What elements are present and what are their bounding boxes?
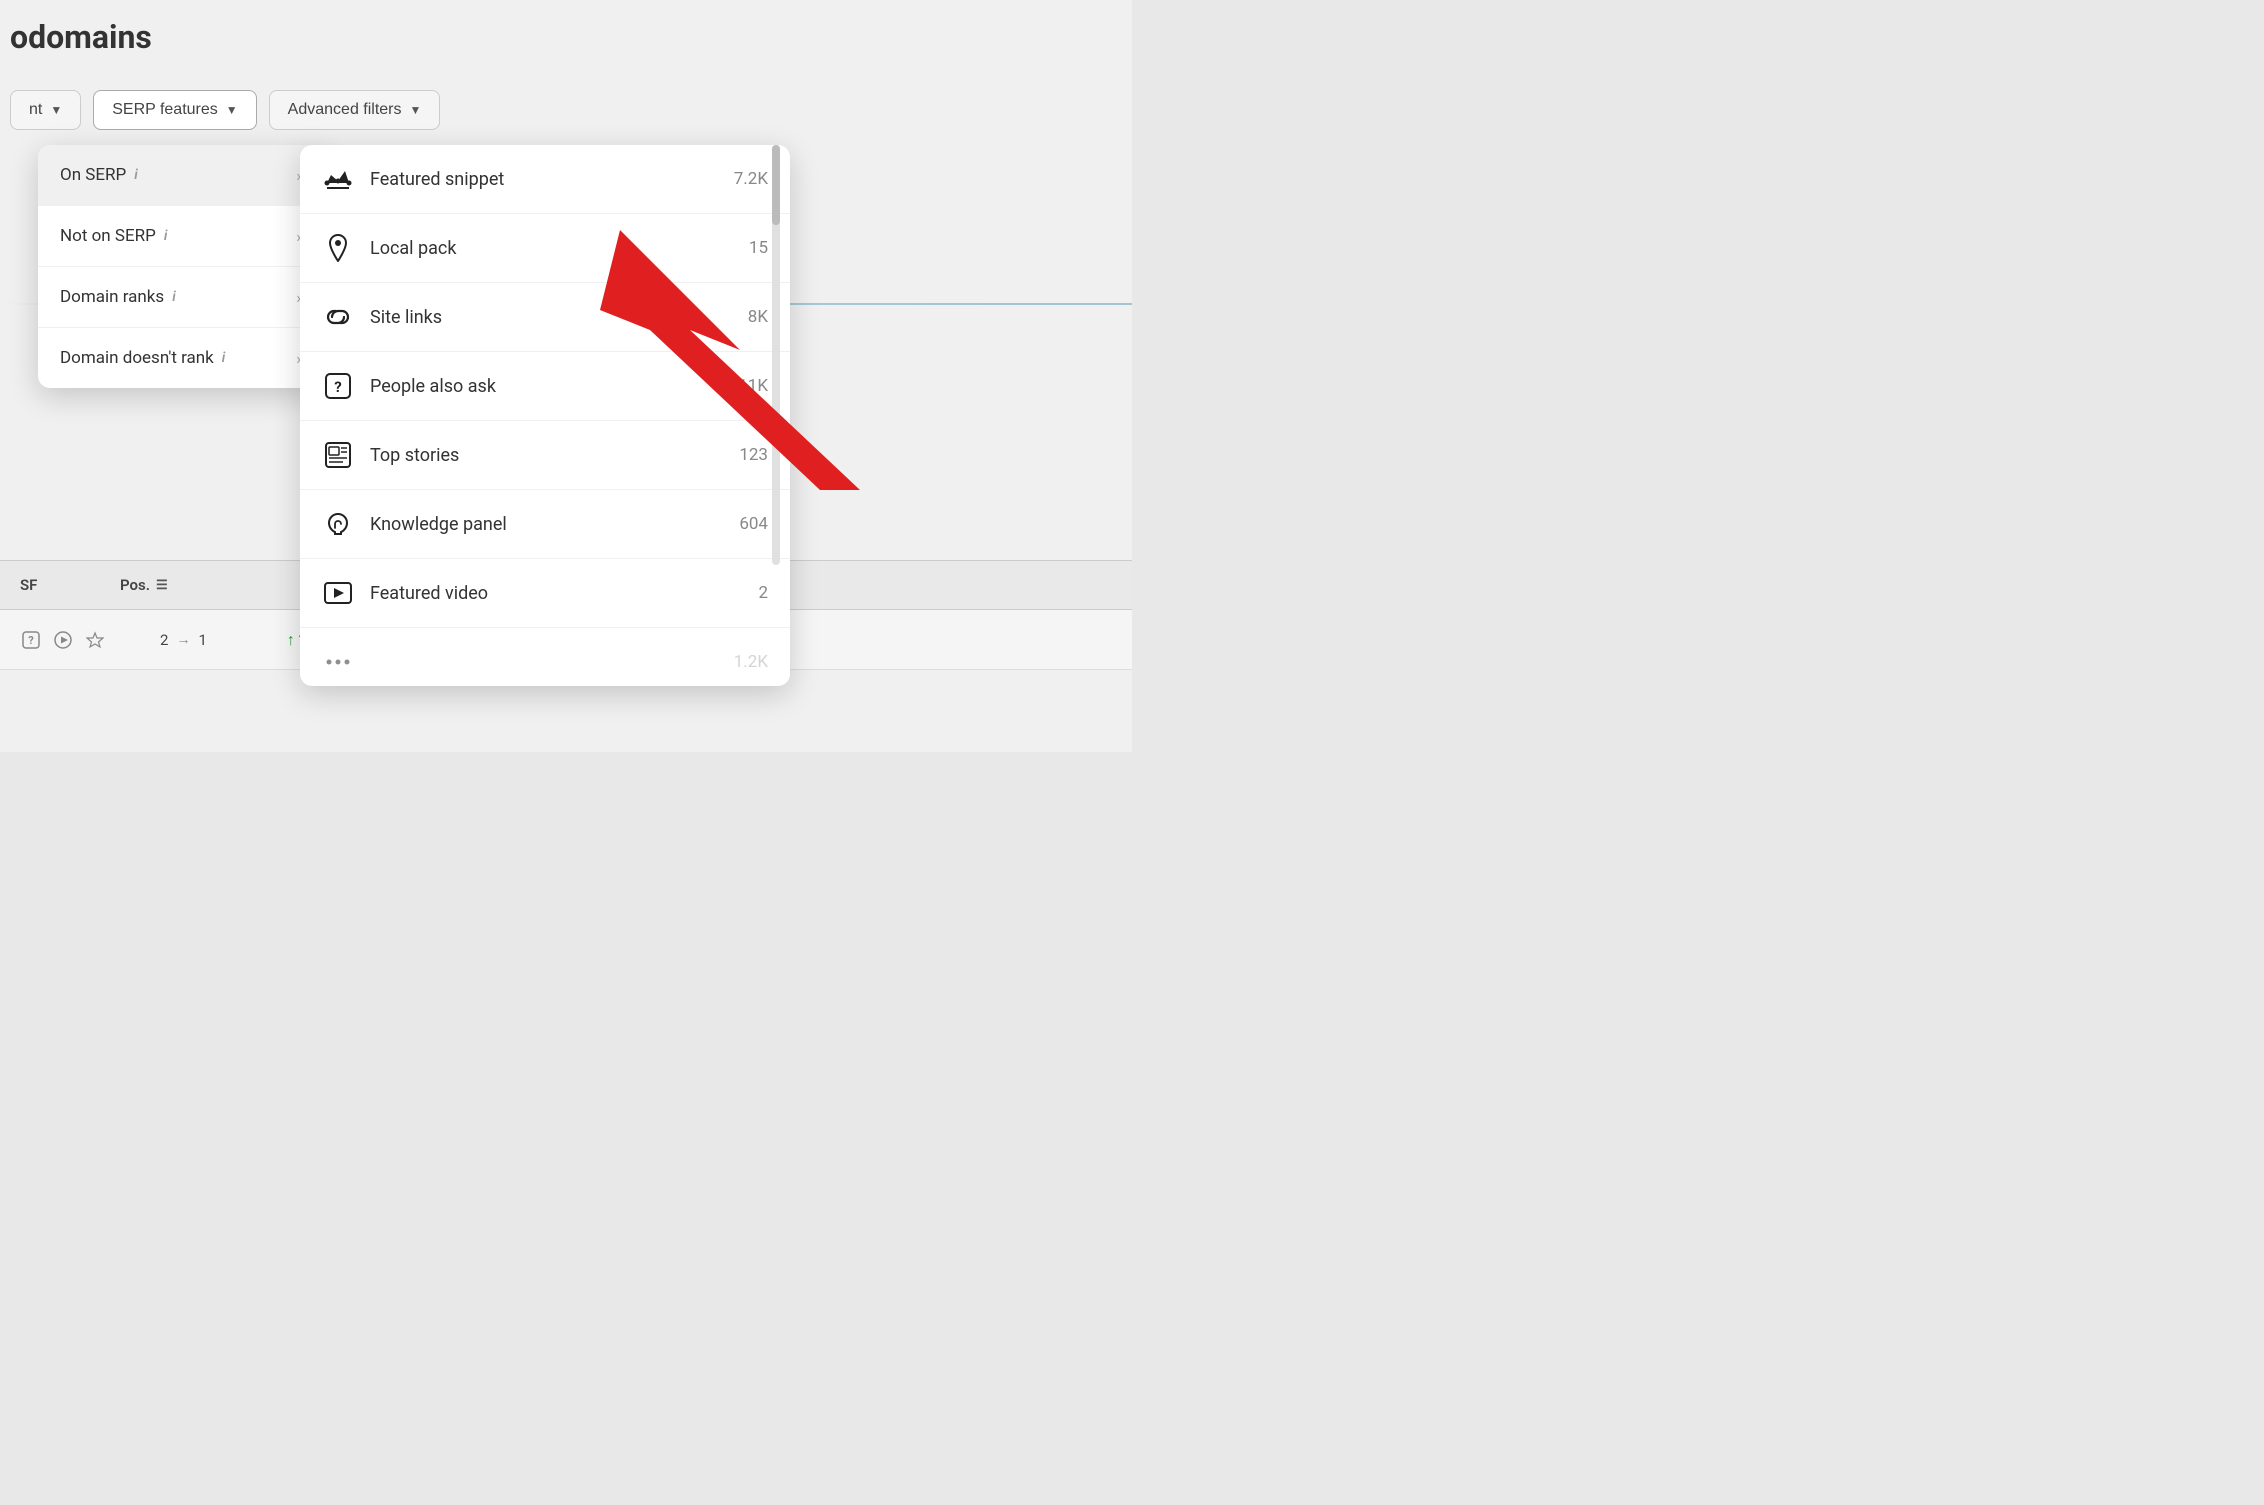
info-icon: i (134, 167, 138, 183)
site-links-label: Site links (370, 307, 442, 328)
item-label: Not on SERP i (60, 226, 167, 246)
item-left: Featured snippet (322, 163, 504, 195)
svg-text:?: ? (28, 634, 34, 647)
item-left: Local pack (322, 232, 456, 264)
left-dropdown: On SERP i › Not on SERP i › Domain ranks… (38, 145, 323, 388)
col-sf-header: SF (20, 576, 100, 594)
etc-icon (322, 646, 354, 678)
item-label: Domain doesn't rank i (60, 348, 225, 368)
dropdown-item-domain-doesnt-rank[interactable]: Domain doesn't rank i › (38, 328, 323, 388)
play-icon (52, 629, 74, 651)
featured-video-count: 2 (758, 583, 768, 603)
featured-snippet-count: 7.2K (734, 169, 768, 189)
site-links-count: 8K (748, 307, 768, 327)
item-left: ? People also ask (322, 370, 496, 402)
serp-features-button[interactable]: SERP features ▼ (93, 90, 256, 130)
dropdown-item-featured-snippet[interactable]: Featured snippet 7.2K (300, 145, 790, 214)
right-dropdown-scrollbar[interactable] (772, 145, 780, 565)
pos-num1: 2 (160, 631, 168, 649)
row-icons: ? (20, 629, 120, 651)
dropdown-item-not-on-serp[interactable]: Not on SERP i › (38, 206, 323, 267)
item-left: Site links (322, 301, 442, 333)
knowledge-panel-count: 604 (739, 514, 768, 534)
advanced-filters-button[interactable]: Advanced filters ▼ (269, 90, 441, 130)
svg-text:?: ? (334, 378, 341, 396)
local-pack-label: Local pack (370, 238, 456, 259)
sort-icon[interactable]: ☰ (156, 578, 168, 593)
knowledge-icon (322, 508, 354, 540)
question-box-icon: ? (322, 370, 354, 402)
item-left: Featured video (322, 577, 488, 609)
scrollbar-thumb (772, 145, 780, 225)
dropdown-item-featured-video[interactable]: Featured video 2 (300, 559, 790, 628)
row-position-nums: 2 → 1 (160, 631, 207, 649)
col-pos-header: Pos. ☰ (120, 576, 168, 594)
link-icon (322, 301, 354, 333)
featured-video-label: Featured video (370, 583, 488, 604)
dropdown-item-people-also-ask[interactable]: ? People also ask 11K (300, 352, 790, 421)
dropdown-item-site-links[interactable]: Site links 8K (300, 283, 790, 352)
toolbar: nt ▼ SERP features ▼ Advanced filters ▼ (0, 90, 450, 130)
dropdown-item-knowledge-panel[interactable]: Knowledge panel 604 (300, 490, 790, 559)
item-label: On SERP i (60, 165, 138, 185)
top-stories-label: Top stories (370, 445, 459, 466)
item-left: Top stories (322, 439, 459, 471)
dropdown-item-etc[interactable]: 1.2K (300, 628, 790, 686)
chevron-down-icon: ▼ (50, 103, 62, 117)
advanced-filters-label: Advanced filters (288, 101, 402, 119)
item-left (322, 646, 354, 678)
dropdown-item-on-serp[interactable]: On SERP i › (38, 145, 323, 206)
right-dropdown: Featured snippet 7.2K Local pack 15 (300, 145, 790, 686)
location-icon (322, 232, 354, 264)
crown-icon (322, 163, 354, 195)
info-icon: i (164, 228, 168, 244)
question-icon: ? (20, 629, 42, 651)
video-icon (322, 577, 354, 609)
etc-count: 1.2K (734, 652, 768, 672)
people-also-ask-label: People also ask (370, 376, 496, 397)
serp-features-label: SERP features (112, 101, 218, 119)
knowledge-panel-label: Knowledge panel (370, 514, 507, 535)
star-icon (84, 629, 106, 651)
chevron-down-icon: ▼ (226, 103, 238, 117)
item-left: Knowledge panel (322, 508, 507, 540)
filter-btn-1[interactable]: nt ▼ (10, 90, 81, 130)
page-title: odomains (10, 18, 152, 56)
info-icon: i (222, 350, 226, 366)
filter-btn-1-label: nt (29, 101, 42, 119)
item-label: Domain ranks i (60, 287, 176, 307)
arrow-right-icon: → (176, 631, 190, 648)
dropdown-item-domain-ranks[interactable]: Domain ranks i › (38, 267, 323, 328)
pos-num2: 1 (198, 631, 206, 649)
dropdown-item-local-pack[interactable]: Local pack 15 (300, 214, 790, 283)
dropdown-item-top-stories[interactable]: Top stories 123 (300, 421, 790, 490)
people-also-ask-count: 11K (738, 376, 768, 396)
news-icon (322, 439, 354, 471)
top-stories-count: 123 (739, 445, 768, 465)
up-arrow-icon: ↑ (287, 630, 295, 650)
info-icon: i (172, 289, 176, 305)
local-pack-count: 15 (749, 238, 768, 258)
featured-snippet-label: Featured snippet (370, 169, 504, 190)
chevron-down-icon: ▼ (410, 103, 422, 117)
